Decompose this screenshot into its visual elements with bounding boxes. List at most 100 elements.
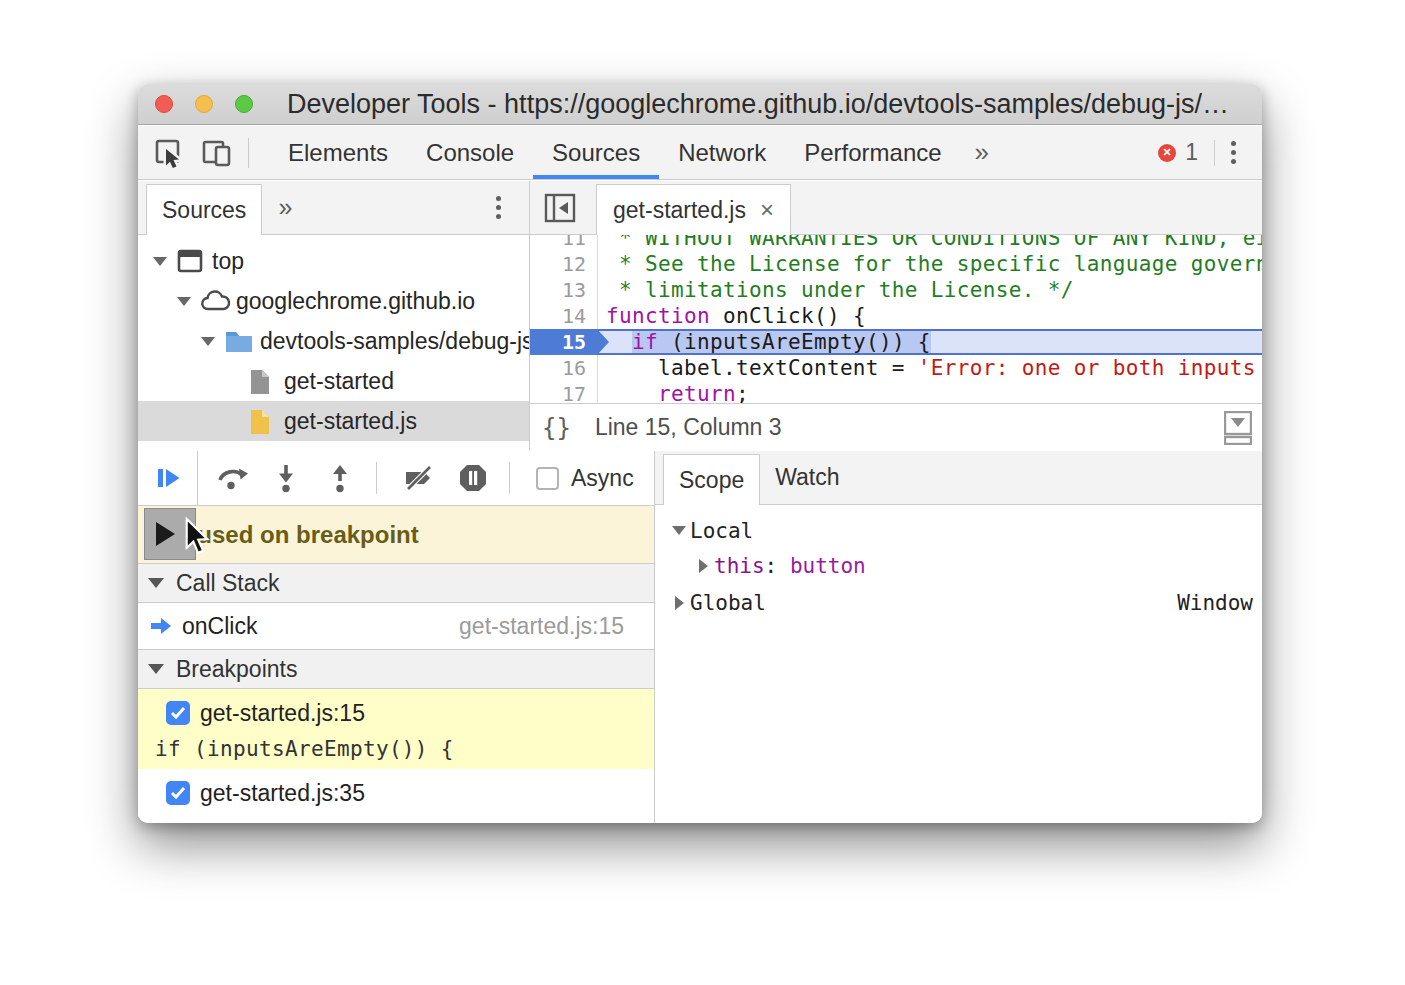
- call-stack-header[interactable]: Call Stack: [138, 563, 654, 603]
- code-text[interactable]: function onClick() {: [597, 303, 1262, 329]
- inspect-element-button[interactable]: [152, 136, 186, 170]
- navigator-kebab-icon[interactable]: [496, 196, 501, 219]
- line-number[interactable]: 17: [530, 381, 597, 403]
- code-area[interactable]: 11 * WITHOUT WARRANTIES OR CONDITIONS OF…: [530, 235, 1262, 403]
- error-count[interactable]: 1: [1185, 139, 1198, 166]
- folder-icon: [224, 328, 252, 354]
- code-text[interactable]: * WITHOUT WARRANTIES OR CONDITIONS OF AN…: [597, 235, 1262, 251]
- scope-global-value: Window: [1177, 591, 1253, 615]
- tree-item-label: get-started.js: [284, 408, 417, 435]
- toggle-navigator-icon[interactable]: [542, 190, 578, 226]
- scope-global-row[interactable]: Global Window: [655, 585, 1262, 620]
- device-toolbar-button[interactable]: [200, 136, 234, 170]
- editor-statusbar: {} Line 15, Column 3: [530, 403, 1262, 451]
- call-stack-frame[interactable]: onClickget-started.js:15: [138, 603, 654, 649]
- step-over-icon: [215, 462, 249, 494]
- tree-item-googlechrome-github-io[interactable]: googlechrome.github.io: [138, 281, 529, 321]
- tab-scope[interactable]: Scope: [663, 454, 760, 505]
- tree-item-get-started[interactable]: get-started: [138, 361, 529, 401]
- navigator-sidebar: Sources » topgooglechrome.github.iodevto…: [138, 181, 530, 451]
- resume-button[interactable]: [138, 451, 198, 505]
- tab-network[interactable]: Network: [659, 126, 785, 179]
- zoom-window-button[interactable]: [235, 95, 253, 113]
- toolbar-right: ✕ 1: [1158, 139, 1262, 166]
- breakpoint-item[interactable]: get-started.js:35: [138, 769, 654, 817]
- devtools-window: Developer Tools - https://googlechrome.g…: [138, 84, 1262, 823]
- more-panels-icon[interactable]: »: [961, 137, 1003, 168]
- async-checkbox[interactable]: [536, 467, 559, 490]
- navigator-more-tabs-icon[interactable]: »: [278, 193, 292, 222]
- pretty-print-icon[interactable]: {}: [542, 414, 571, 442]
- editor-dropdown-icon[interactable]: [1224, 411, 1252, 449]
- line-number[interactable]: 14: [530, 303, 597, 329]
- window-title: Developer Tools - https://googlechrome.g…: [287, 89, 1243, 120]
- tree-item-top[interactable]: top: [138, 241, 529, 281]
- debugger-sidebar: Async Paused on breakpoint Call Stack on…: [138, 451, 655, 823]
- breakpoint-label: get-started.js:15: [200, 700, 365, 727]
- line-number[interactable]: 11: [530, 235, 597, 251]
- collapse-icon[interactable]: [148, 257, 172, 266]
- main-menu-kebab-icon[interactable]: [1231, 141, 1236, 164]
- scope-local-row[interactable]: Local: [655, 513, 1262, 548]
- breakpoint-item[interactable]: get-started.js:15if (inputsAreEmpty()) {: [138, 689, 654, 769]
- code-text[interactable]: return;: [597, 381, 1262, 403]
- call-stack-list: onClickget-started.js:15: [138, 603, 654, 649]
- scope-global-label: Global: [690, 591, 766, 615]
- line-number[interactable]: 13: [530, 277, 597, 303]
- main-tabs: ElementsConsoleSourcesNetworkPerformance: [269, 126, 961, 179]
- tree-item-get-started-js[interactable]: get-started.js: [138, 401, 529, 441]
- breakpoint-checkbox[interactable]: [166, 781, 190, 805]
- step-out-button[interactable]: [320, 458, 360, 498]
- navigator-tab-sources[interactable]: Sources: [146, 184, 262, 235]
- editor-file-tab[interactable]: get-started.js ×: [596, 184, 791, 235]
- collapse-icon: [148, 664, 164, 674]
- debugger-panels: Async Paused on breakpoint Call Stack on…: [138, 451, 1262, 823]
- error-badge-icon[interactable]: ✕: [1158, 144, 1176, 162]
- scope-this-row[interactable]: this: button: [655, 548, 1262, 583]
- tab-sources[interactable]: Sources: [533, 126, 659, 179]
- file-js-icon: [248, 408, 276, 434]
- code-text[interactable]: * limitations under the License. */: [597, 277, 1262, 303]
- pause-on-exceptions-button[interactable]: [453, 458, 493, 498]
- tree-item-devtools-samples-debug-js[interactable]: devtools-samples/debug-js: [138, 321, 529, 361]
- deactivate-breakpoints-button[interactable]: [399, 458, 439, 498]
- tab-console[interactable]: Console: [407, 126, 533, 179]
- breakpoint-label: get-started.js:35: [200, 780, 365, 807]
- property-value: button: [790, 554, 866, 578]
- mouse-cursor-icon: [184, 517, 211, 557]
- breakpoint-checkbox[interactable]: [166, 701, 190, 725]
- debugger-separator: [376, 462, 377, 494]
- tab-watch[interactable]: Watch: [775, 464, 839, 491]
- collapse-icon: [148, 578, 164, 588]
- tab-performance[interactable]: Performance: [785, 126, 960, 179]
- collapse-icon: [668, 526, 690, 535]
- code-line-13: 13 * limitations under the License. */: [530, 277, 1262, 303]
- code-editor: get-started.js × 11 * WITHOUT WARRANTIES…: [530, 181, 1262, 451]
- collapse-icon[interactable]: [196, 337, 220, 346]
- file-tree: topgooglechrome.github.iodevtools-sample…: [138, 235, 529, 441]
- minimize-window-button[interactable]: [195, 95, 213, 113]
- step-into-button[interactable]: [266, 458, 306, 498]
- code-text[interactable]: * See the License for the specific langu…: [597, 251, 1262, 277]
- collapse-icon[interactable]: [172, 297, 196, 306]
- line-number[interactable]: 12: [530, 251, 597, 277]
- code-line-11: 11 * WITHOUT WARRANTIES OR CONDITIONS OF…: [530, 235, 1262, 251]
- execution-line-number[interactable]: 15: [530, 329, 597, 355]
- code-text[interactable]: if (inputsAreEmpty()) {: [597, 329, 1262, 355]
- breakpoints-header[interactable]: Breakpoints: [138, 649, 654, 689]
- code-text[interactable]: label.textContent = 'Error: one or both …: [597, 355, 1262, 381]
- expand-icon: [668, 596, 690, 610]
- current-frame-arrow-icon: [148, 613, 174, 639]
- close-tab-icon[interactable]: ×: [760, 196, 774, 224]
- navigator-header: Sources »: [138, 181, 529, 235]
- titlebar[interactable]: Developer Tools - https://googlechrome.g…: [138, 84, 1262, 125]
- frame-location: get-started.js:15: [459, 613, 624, 640]
- tab-elements[interactable]: Elements: [269, 126, 407, 179]
- line-number[interactable]: 16: [530, 355, 597, 381]
- scope-header: Scope Watch: [655, 451, 1262, 505]
- close-window-button[interactable]: [155, 95, 173, 113]
- code-line-16: 16 label.textContent = 'Error: one or bo…: [530, 355, 1262, 381]
- pause-on-exceptions-icon: [457, 462, 489, 494]
- play-icon: [156, 522, 175, 546]
- step-over-button[interactable]: [212, 458, 252, 498]
